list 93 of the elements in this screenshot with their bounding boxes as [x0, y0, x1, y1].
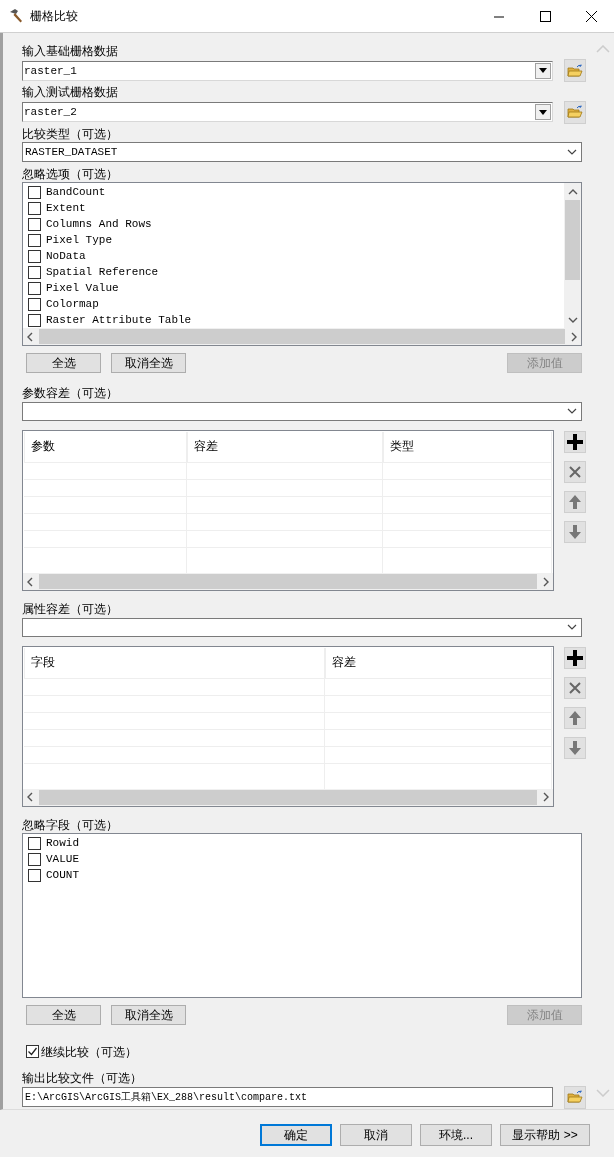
chevron-down-icon	[567, 149, 577, 155]
horizontal-scrollbar[interactable]	[23, 573, 553, 591]
option-label: Extent	[46, 201, 86, 216]
chevron-down-icon[interactable]	[567, 316, 578, 323]
add-button[interactable]	[564, 431, 586, 454]
dropdown-field[interactable]	[22, 401, 582, 422]
field-label: 输入基础栅格数据	[22, 44, 119, 60]
field-label: 输出比较文件（可选）	[22, 1070, 143, 1086]
button[interactable]: 确定	[260, 1123, 332, 1146]
plus-icon	[567, 649, 583, 666]
arrow-up-icon	[567, 494, 583, 511]
checkbox[interactable]	[28, 281, 41, 295]
browse-button[interactable]	[564, 59, 586, 83]
move-up-button[interactable]	[564, 491, 586, 514]
button[interactable]: 显示帮助 >>	[500, 1123, 590, 1146]
button[interactable]: 取消	[340, 1123, 412, 1146]
add-button[interactable]	[564, 646, 586, 669]
vertical-scrollbar[interactable]	[564, 183, 581, 329]
checkbox[interactable]	[26, 1045, 39, 1058]
delete-button[interactable]	[564, 461, 586, 484]
option-label: Columns And Rows	[46, 217, 152, 232]
dropdown-field[interactable]: RASTER_DATASET	[22, 142, 582, 162]
checkbox[interactable]	[28, 201, 41, 215]
dropdown-field[interactable]: raster_1	[22, 60, 553, 81]
chevron-up-icon[interactable]	[567, 188, 578, 195]
column-header: 类型	[383, 432, 551, 463]
field-value: raster_1	[23, 63, 78, 79]
button[interactable]: 全选	[26, 1004, 101, 1025]
arrow-down-icon	[567, 524, 583, 541]
button[interactable]: 取消全选	[111, 1004, 186, 1025]
close-icon	[567, 679, 583, 696]
folder-icon	[567, 63, 583, 78]
column-header: 字段	[24, 647, 324, 678]
button[interactable]: 取消全选	[111, 353, 186, 374]
option-label: COUNT	[46, 868, 79, 883]
checkbox[interactable]	[28, 233, 41, 247]
option-label: Raster Attribute Table	[46, 313, 192, 328]
option-label: Rowid	[46, 836, 79, 851]
move-down-button[interactable]	[564, 736, 586, 759]
file-path-field[interactable]: E:\ArcGIS\ArcGIS工具箱\EX_288\result\compare.txt	[22, 1087, 553, 1108]
checkbox[interactable]	[28, 836, 41, 850]
column-header: 容差	[325, 647, 551, 678]
checkbox[interactable]	[28, 185, 41, 199]
move-down-button[interactable]	[564, 521, 586, 544]
field-value: RASTER_DATASET	[24, 144, 118, 160]
arrow-up-icon	[567, 709, 583, 726]
field-label: 属性容差（可选）	[22, 602, 119, 618]
folder-icon	[567, 1090, 583, 1105]
field-value: raster_2	[23, 105, 78, 121]
folder-icon	[567, 105, 583, 120]
field-label: 忽略字段（可选）	[22, 817, 119, 834]
checkbox[interactable]	[28, 313, 41, 327]
browse-button[interactable]	[564, 1085, 586, 1109]
button[interactable]: 全选	[26, 353, 101, 374]
dropdown-arrow-icon	[539, 68, 547, 74]
close-icon	[585, 10, 597, 22]
window-title: 栅格比较	[30, 8, 78, 25]
arrow-down-icon	[567, 739, 583, 756]
maximize-icon	[539, 10, 551, 22]
option-label: BandCount	[46, 185, 106, 200]
plus-icon	[567, 434, 583, 451]
column-header: 容差	[187, 432, 382, 463]
chevron-down-icon	[567, 624, 577, 631]
horizontal-scrollbar[interactable]	[23, 328, 581, 346]
dropdown-arrow-icon	[539, 109, 547, 115]
field-label: 比较类型（可选）	[22, 126, 119, 143]
option-label: VALUE	[46, 852, 79, 867]
field-value: E:\ArcGIS\ArcGIS工具箱\EX_288\result\compare.txt	[24, 1090, 308, 1105]
checkbox-label: 继续比较（可选）	[41, 1043, 137, 1061]
checkbox[interactable]	[28, 297, 41, 311]
chevron-down-icon	[567, 408, 577, 415]
column-header: 参数	[24, 432, 186, 463]
dropdown-field[interactable]	[22, 617, 582, 637]
checkbox[interactable]	[28, 217, 41, 231]
browse-button[interactable]	[564, 100, 586, 124]
hammer-icon	[8, 8, 24, 24]
option-label: Colormap	[46, 297, 99, 312]
option-label: NoData	[46, 249, 86, 264]
option-label: Spatial Reference	[46, 265, 159, 280]
checkbox[interactable]	[28, 852, 41, 866]
checkbox[interactable]	[28, 249, 41, 263]
checkbox[interactable]	[28, 265, 41, 279]
delete-button[interactable]	[564, 676, 586, 699]
field-label: 输入测试栅格数据	[22, 85, 119, 101]
option-label: Pixel Type	[46, 233, 112, 248]
dropdown-field[interactable]: raster_2	[22, 102, 553, 123]
field-label: 参数容差（可选）	[22, 386, 119, 402]
checkbox[interactable]	[28, 868, 41, 882]
field-label: 忽略选项（可选）	[22, 166, 119, 183]
move-up-button[interactable]	[564, 706, 586, 729]
button[interactable]: 环境...	[420, 1123, 492, 1146]
option-label: Pixel Value	[46, 281, 119, 296]
horizontal-scrollbar[interactable]	[23, 788, 553, 806]
